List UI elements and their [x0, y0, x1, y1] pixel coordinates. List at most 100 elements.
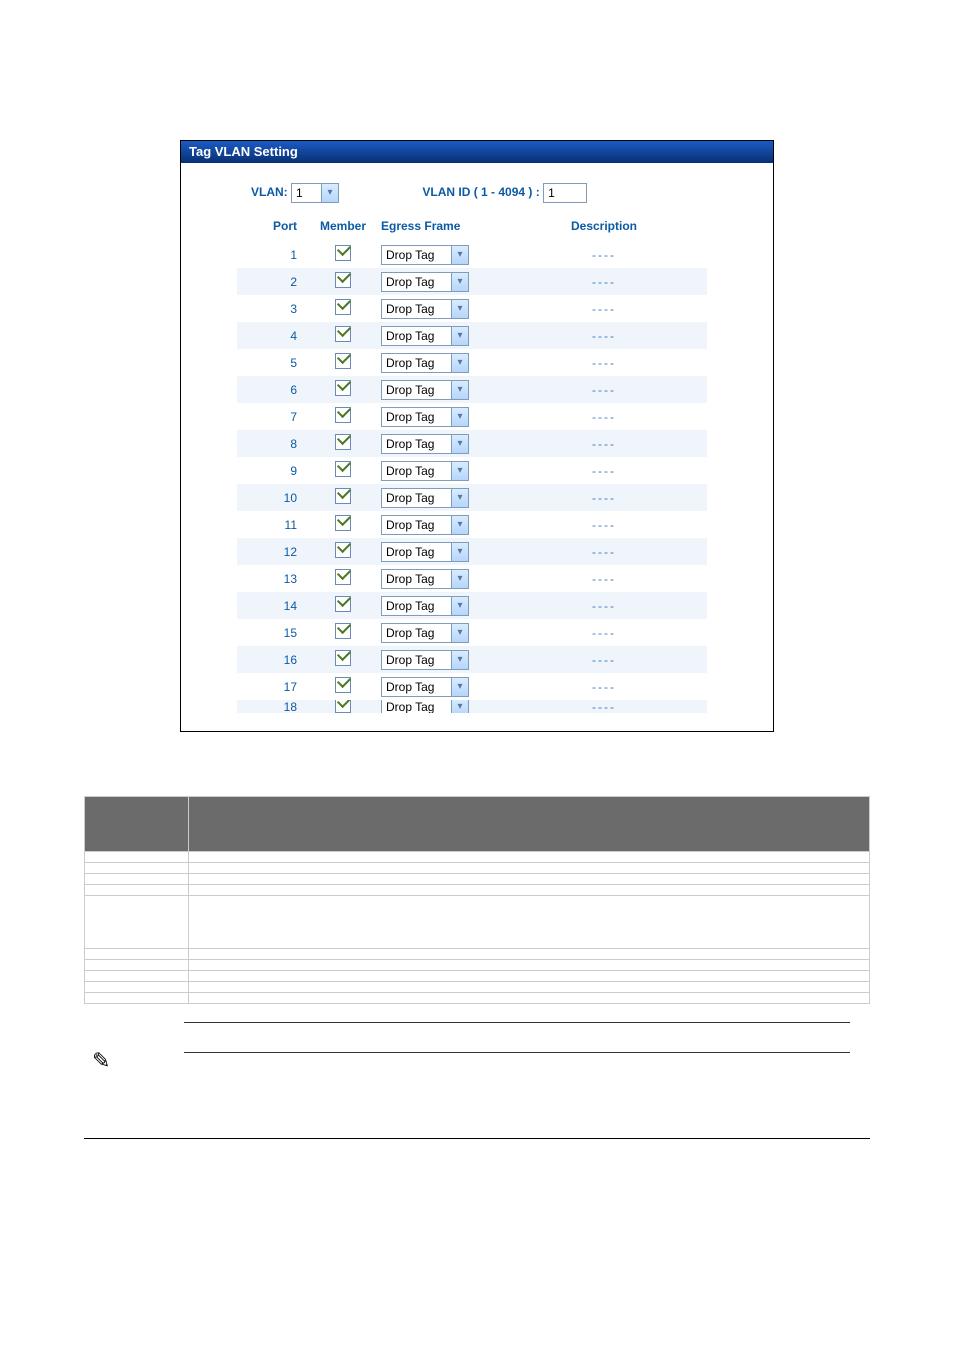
member-checkbox[interactable]	[335, 380, 351, 396]
legend-key	[85, 874, 189, 885]
vlan-id-input[interactable]: 1	[543, 183, 587, 203]
egress-select[interactable]: Drop Tag▾	[381, 461, 469, 481]
member-checkbox[interactable]	[335, 515, 351, 531]
legend-table	[84, 796, 870, 1004]
member-checkbox[interactable]	[335, 623, 351, 639]
chevron-down-icon: ▾	[451, 408, 468, 426]
description-value: ----	[592, 464, 616, 478]
port-number: 6	[237, 383, 309, 397]
egress-select[interactable]: Drop Tag▾	[381, 326, 469, 346]
egress-cell: Drop Tag▾	[377, 515, 501, 535]
description-value: ----	[592, 302, 616, 316]
chevron-down-icon: ▾	[451, 300, 468, 318]
page-bottom-rule	[84, 1138, 870, 1139]
chevron-down-icon: ▾	[451, 354, 468, 372]
member-checkbox[interactable]	[335, 677, 351, 693]
table-row: 12Drop Tag▾----	[237, 538, 707, 565]
egress-cell: Drop Tag▾	[377, 407, 501, 427]
member-checkbox[interactable]	[335, 596, 351, 612]
port-number: 14	[237, 599, 309, 613]
egress-select[interactable]: Drop Tag▾	[381, 407, 469, 427]
description-value: ----	[592, 329, 616, 343]
description-cell: ----	[501, 410, 707, 424]
chevron-down-icon: ▾	[321, 184, 338, 202]
member-checkbox[interactable]	[335, 272, 351, 288]
legend-row	[85, 863, 870, 874]
description-cell: ----	[501, 599, 707, 613]
member-cell	[309, 596, 377, 615]
egress-select-value: Drop Tag	[386, 572, 434, 586]
panel-title-text: Tag VLAN Setting	[189, 144, 298, 159]
member-checkbox[interactable]	[335, 569, 351, 585]
member-checkbox[interactable]	[335, 245, 351, 261]
egress-select[interactable]: Drop Tag▾	[381, 700, 469, 713]
egress-select[interactable]: Drop Tag▾	[381, 272, 469, 292]
egress-select[interactable]: Drop Tag▾	[381, 488, 469, 508]
member-cell	[309, 272, 377, 291]
table-row: 9 Drop Tag▾ ----	[237, 457, 707, 484]
legend-row	[85, 949, 870, 960]
member-checkbox[interactable]	[335, 407, 351, 423]
port-number: 15	[237, 626, 309, 640]
egress-select[interactable]: Drop Tag▾	[381, 623, 469, 643]
egress-select[interactable]: Drop Tag▾	[381, 542, 469, 562]
description-cell: ----	[501, 383, 707, 397]
member-checkbox[interactable]	[335, 461, 351, 477]
table-row: 1Drop Tag▾----	[237, 241, 707, 268]
member-checkbox[interactable]	[335, 700, 351, 713]
header-port: Port	[237, 219, 309, 233]
egress-cell: Drop Tag▾	[377, 542, 501, 562]
description-value: ----	[592, 518, 616, 532]
port-table: Port Member Egress Frame Description 1Dr…	[237, 215, 707, 713]
egress-cell: Drop Tag▾	[377, 353, 501, 373]
note-line	[184, 1052, 850, 1054]
member-cell	[309, 623, 377, 642]
legend-value	[189, 949, 870, 960]
member-checkbox[interactable]	[335, 488, 351, 504]
egress-select[interactable]: Drop Tag ▾	[381, 299, 469, 319]
member-checkbox[interactable]	[335, 434, 351, 450]
port-number: 9	[237, 464, 309, 478]
egress-select[interactable]: Drop Tag▾	[381, 515, 469, 535]
description-cell: ----	[501, 491, 707, 505]
egress-select[interactable]: Drop Tag▾	[381, 650, 469, 670]
egress-select[interactable]: Drop Tag▾	[381, 677, 469, 697]
egress-cell: Drop Tag▾	[377, 596, 501, 616]
table-row: 10Drop Tag▾----	[237, 484, 707, 511]
egress-select-value: Drop Tag	[386, 599, 434, 613]
note-line	[184, 1022, 850, 1024]
egress-select[interactable]: Drop Tag▾	[381, 380, 469, 400]
table-row: 2Drop Tag▾----	[237, 268, 707, 295]
egress-select[interactable]: Drop Tag▾	[381, 245, 469, 265]
egress-select[interactable]: Drop Tag▾	[381, 434, 469, 454]
vlan-top-row: VLAN: 1 ▾ VLAN ID ( 1 - 4094 ) : 1	[197, 175, 757, 215]
egress-select[interactable]: Drop Tag▾	[381, 596, 469, 616]
description-cell: ----	[501, 572, 707, 586]
egress-select-value: Drop Tag	[386, 545, 434, 559]
egress-select-value: Drop Tag	[386, 491, 434, 505]
egress-select-value: Drop Tag	[386, 302, 434, 316]
member-checkbox[interactable]	[335, 299, 351, 315]
vlan-select[interactable]: 1 ▾	[291, 183, 339, 203]
table-row: 11Drop Tag▾----	[237, 511, 707, 538]
legend-row	[85, 993, 870, 1004]
description-cell: ----	[501, 518, 707, 532]
description-value: ----	[592, 410, 616, 424]
legend-value	[189, 982, 870, 993]
egress-select[interactable]: Drop Tag▾	[381, 353, 469, 373]
table-row: 16Drop Tag▾----	[237, 646, 707, 673]
egress-select[interactable]: Drop Tag▾	[381, 569, 469, 589]
panel-title: Tag VLAN Setting	[181, 141, 773, 163]
legend-value	[189, 863, 870, 874]
note-icon: ✎	[92, 1048, 110, 1074]
chevron-down-icon: ▾	[451, 624, 468, 642]
chevron-down-icon: ▾	[451, 435, 468, 453]
member-checkbox[interactable]	[335, 650, 351, 666]
chevron-down-icon: ▾	[451, 462, 468, 480]
description-cell: ----	[501, 653, 707, 667]
member-checkbox[interactable]	[335, 353, 351, 369]
egress-select-value: Drop Tag	[386, 518, 434, 532]
member-checkbox[interactable]	[335, 542, 351, 558]
member-checkbox[interactable]	[335, 326, 351, 342]
table-row: 8Drop Tag▾----	[237, 430, 707, 457]
